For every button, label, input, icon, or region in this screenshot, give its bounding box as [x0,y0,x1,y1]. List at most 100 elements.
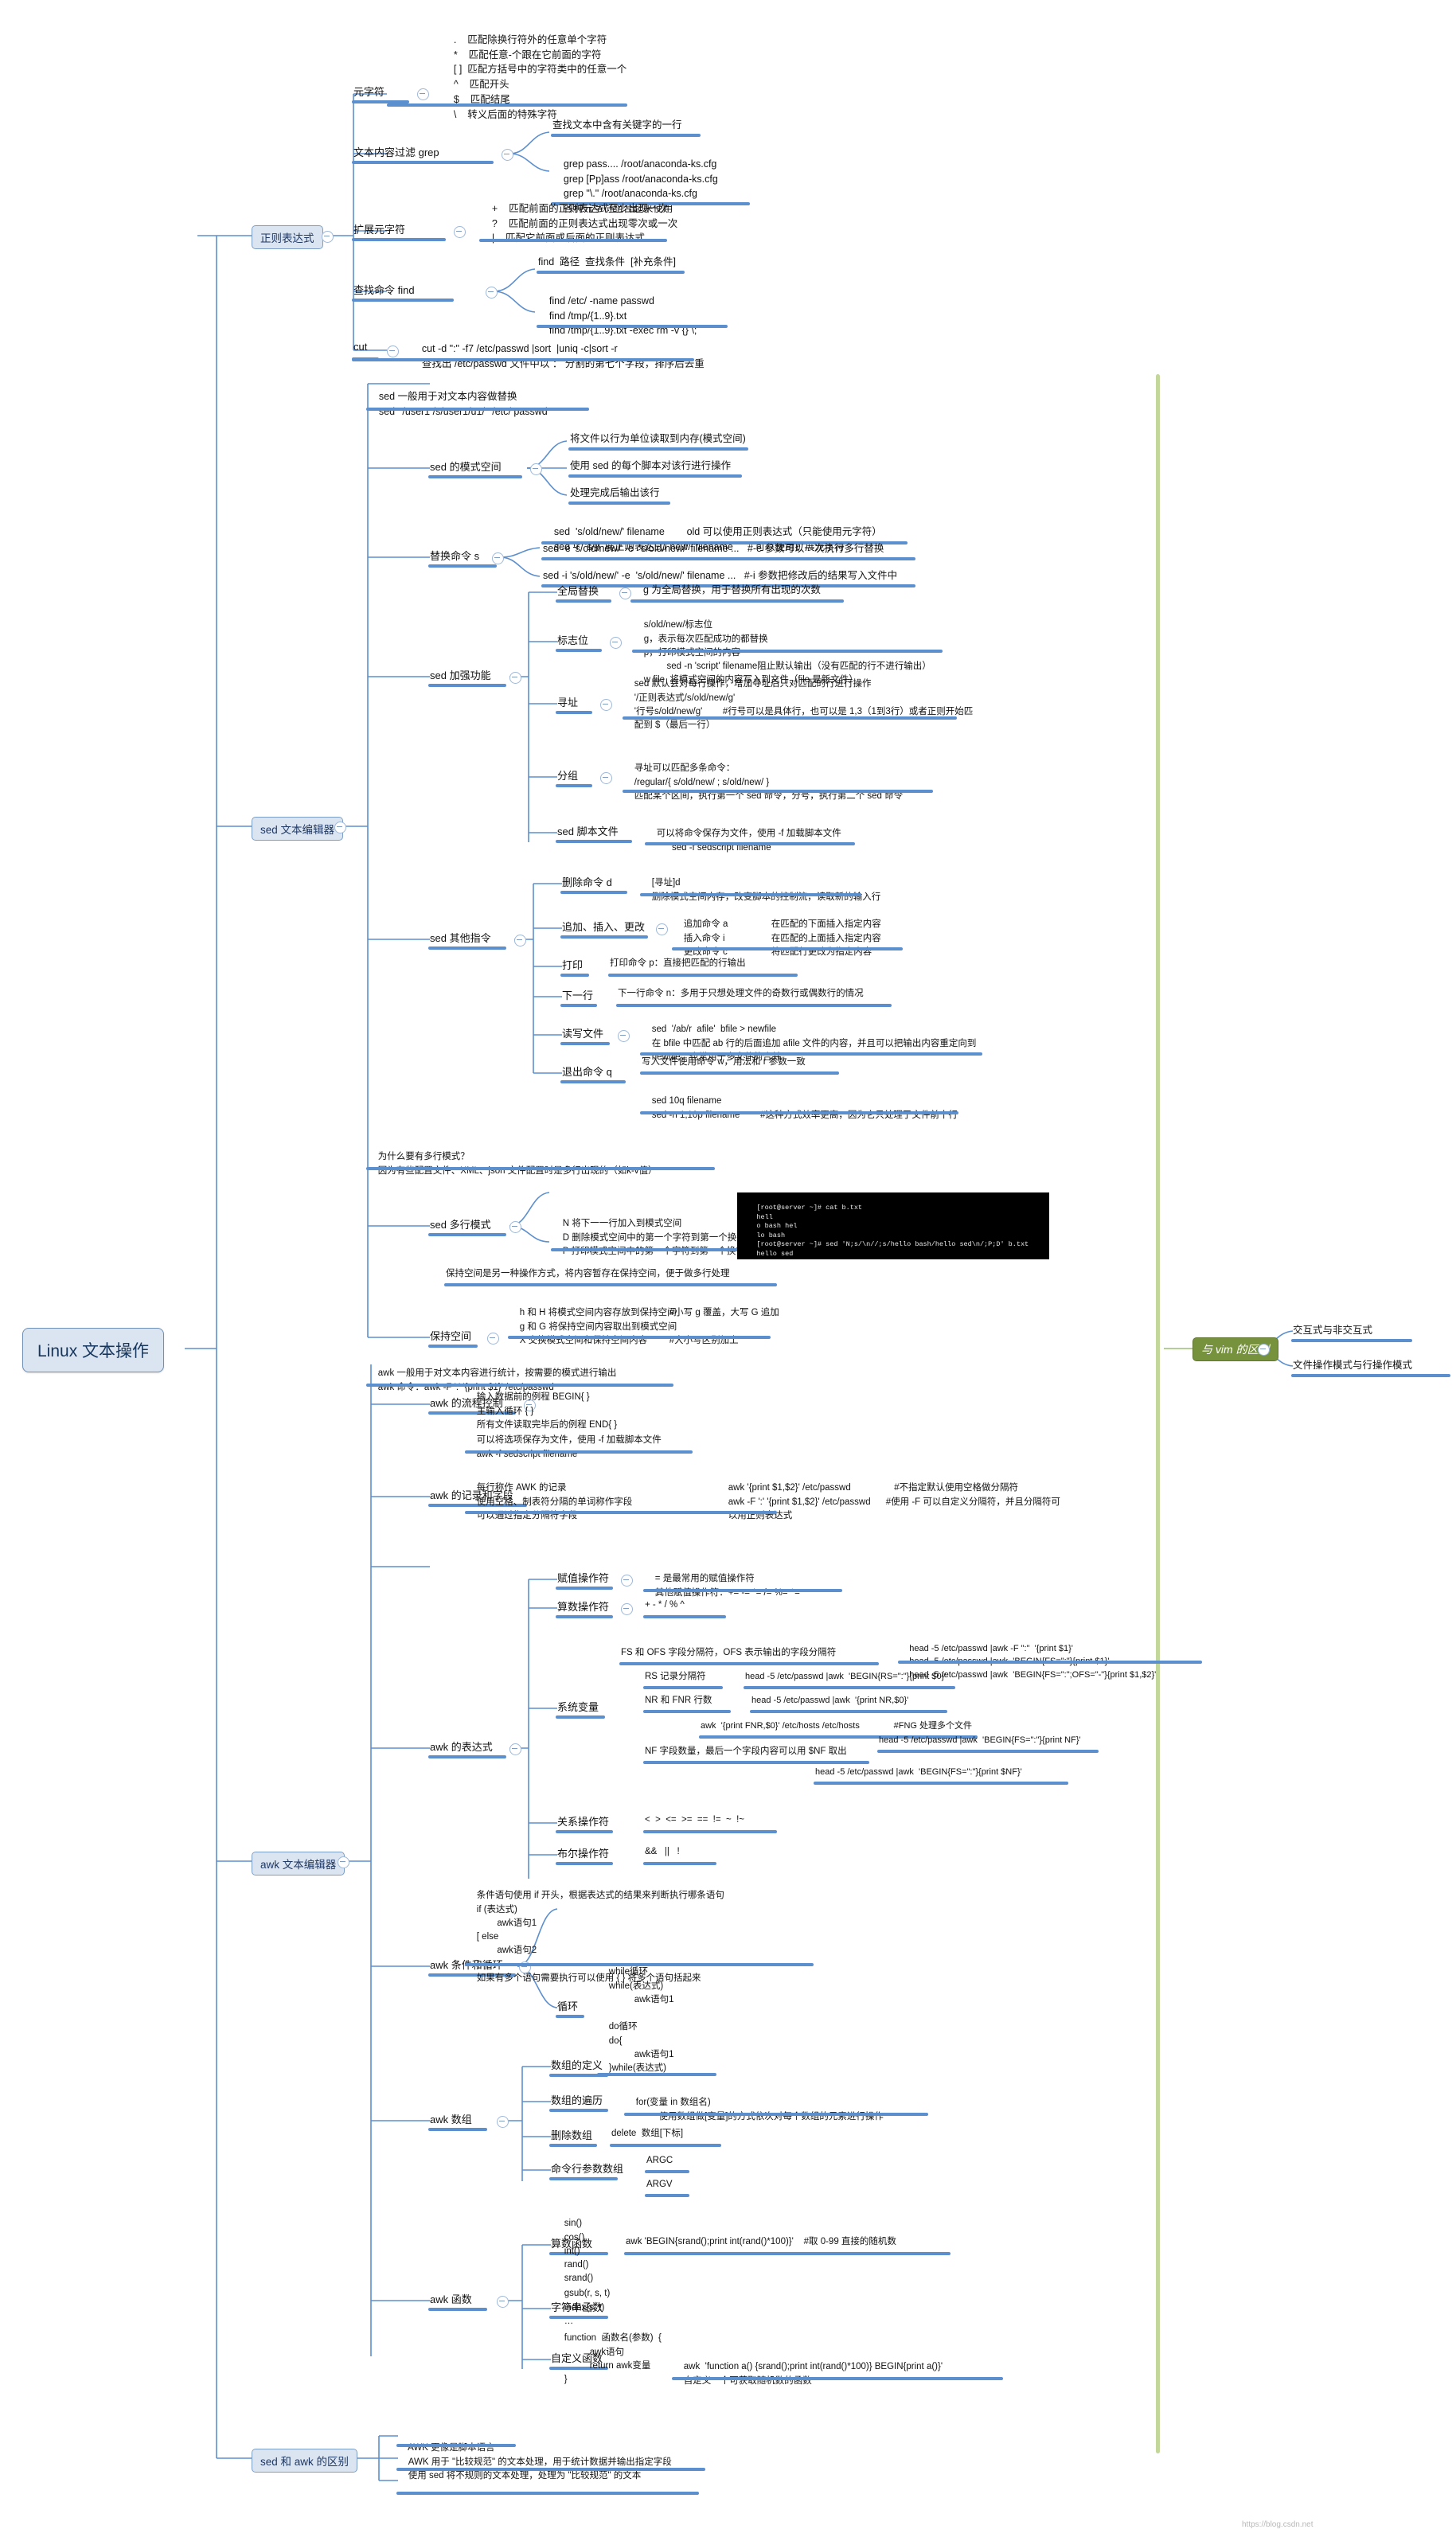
root-node[interactable]: Linux 文本操作 [22,1328,165,1372]
node-substitute[interactable]: 替换命令 s [430,548,479,563]
node-multiline[interactable]: sed 多行模式 [430,1216,491,1231]
node-print-cmd[interactable]: 打印 [562,957,583,972]
sys-var-row-2-key: NR 和 FNR 行数 [645,1696,712,1705]
toggle-assign-ops[interactable] [621,1575,633,1587]
node-assign-ops[interactable]: 赋值操作符 [557,1570,609,1585]
node-extmeta[interactable]: 扩展元字符 [353,221,405,236]
node-array-def-bar [549,2074,608,2077]
branch-awk[interactable]: awk 文本编辑器 [252,1852,345,1876]
node-argv-array[interactable]: 命令行参数数组 [551,2160,623,2176]
toggle-awk-array[interactable] [497,2116,509,2128]
toggle-read-write-file[interactable] [618,1030,630,1042]
toggle-flags[interactable] [610,637,622,649]
node-sed-script[interactable]: sed 脚本文件 [557,823,619,838]
aic-key-1: 插入命令 i [683,933,725,943]
node-find[interactable]: 查找命令 find [353,282,415,297]
node-awk-funcs[interactable]: awk 函数 [430,2291,472,2306]
node-sys-vars[interactable]: 系统变量 [557,1699,599,1714]
node-enhanced[interactable]: sed 加强功能 [430,667,491,682]
node-cut[interactable]: cut [353,341,367,353]
terminal-line-0: [root@server ~]# cat b.txt [756,1204,863,1212]
toggle-awk[interactable] [338,1856,349,1868]
node-bool-ops-bar [556,1862,613,1865]
sys-var-row-1-key: RS 记录分隔符 [645,1672,706,1681]
node-awk-funcs-bar [428,2308,487,2311]
toggle-find[interactable] [486,287,498,299]
node-array-delete-bar [549,2144,597,2147]
node-array-def[interactable]: 数组的定义 [551,2057,603,2072]
node-next-line[interactable]: 下一行 [562,987,593,1002]
node-flags[interactable]: 标志位 [557,632,588,647]
branch-regex[interactable]: 正则表达式 [252,225,323,249]
node-delete-cmd[interactable]: 删除命令 d [562,874,612,889]
pattern-space-leaf-2-bar [568,502,670,505]
rw-line-1: 在 bfile 中匹配 ab 行的后面追加 afile 文件的内容，并且可以把输… [651,1038,977,1048]
node-other-cmds[interactable]: sed 其他指令 [430,930,491,945]
toggle-grouping[interactable] [600,772,612,784]
toggle-enhanced[interactable] [509,672,521,684]
toggle-multiline[interactable] [509,1221,521,1233]
string-funcs-line-0: gsub(r, s, t) [564,2289,611,2299]
toggle-append-insert-change[interactable] [656,923,668,935]
node-bool-ops[interactable]: 布尔操作符 [557,1845,609,1860]
toggle-global-sub[interactable] [619,587,631,599]
branch-sed[interactable]: sed 文本编辑器 [252,817,344,841]
node-grouping-bar [556,784,592,787]
toggle-addressing[interactable] [600,699,612,711]
node-array-iterate[interactable]: 数组的遍历 [551,2092,603,2107]
metachar-line-2: [ ] 匹配方括号中的字符类中的任意一个 [453,64,627,76]
node-next-line-label: 下一行 [562,989,594,1001]
node-pattern-space[interactable]: sed 的模式空间 [430,459,502,474]
node-append-insert-change[interactable]: 追加、插入、更改 [562,919,645,934]
sys-var-row-3-val-0-bar [877,1750,1099,1753]
node-grep[interactable]: 文本内容过滤 grep [353,144,439,159]
toggle-regex[interactable] [322,231,334,243]
node-addressing-label: 寻址 [557,697,579,708]
toggle-sed[interactable] [334,822,346,833]
node-read-write-file-label: 读写文件 [562,1028,604,1040]
node-quit-cmd[interactable]: 退出命令 q [562,1064,612,1079]
node-assign-ops-bar [556,1587,613,1590]
sed-intro-0: sed 一般用于对文本内容做替换 [378,390,517,402]
toggle-substitute[interactable] [492,552,504,564]
toggle-vim-diff[interactable] [1258,1344,1270,1356]
node-metachar[interactable]: 元字符 [353,84,384,99]
node-hold-space[interactable]: 保持空间 [430,1328,471,1343]
node-awk-loop-label: 循环 [557,2000,579,2012]
toggle-extmeta[interactable] [454,226,466,238]
array-iterate-line-0: for(变量 in 数组名) [635,2098,711,2108]
node-addressing[interactable]: 寻址 [557,694,578,709]
addressing-lines: sed 默认会对每行操作，增加寻址后只对匹配的行进行操作 '/正则表达式/s/o… [624,664,974,747]
node-global-sub[interactable]: 全局替换 [557,583,599,598]
global-sub-text: g 为全局替换，用于替换所有出现的次数 [643,584,821,595]
grouping-line-0: 寻址可以匹配多条命令： [634,763,736,774]
node-read-write-file[interactable]: 读写文件 [562,1025,603,1040]
node-flags-bar [556,649,602,652]
toggle-cut[interactable] [387,345,399,357]
toggle-arith-ops[interactable] [621,1603,633,1615]
toggle-hold-space[interactable] [487,1333,499,1345]
grep-example-0: grep pass.... /root/anaconda-ks.cfg [563,158,717,170]
terminal-line-1: hell [756,1212,773,1221]
branch-sed-awk-diff[interactable]: sed 和 awk 的区别 [252,2449,358,2473]
node-rel-ops[interactable]: 关系操作符 [557,1813,609,1829]
node-arith-ops[interactable]: 算数操作符 [557,1598,609,1614]
node-array-delete[interactable]: 删除数组 [551,2127,592,2142]
metachar-block-bar [387,103,627,107]
node-awk-loop[interactable]: 循环 [557,1998,578,2013]
node-argv-array-bar [549,2177,618,2180]
node-awk-loop-bar [556,2015,584,2018]
node-grouping[interactable]: 分组 [557,767,578,783]
awk-cond-line-4: awk语句2 [476,1946,537,1956]
toggle-metachar[interactable] [417,88,429,100]
node-awk-array[interactable]: awk 数组 [430,2111,472,2126]
sed-script-bar [645,842,855,845]
toggle-pattern-space[interactable] [530,463,542,475]
rel-ops-bar [643,1830,777,1833]
toggle-other-cmds[interactable] [514,935,526,947]
toggle-grep[interactable] [502,149,513,161]
node-awk-expr[interactable]: awk 的表达式 [430,1739,493,1754]
toggle-awk-funcs[interactable] [497,2296,509,2308]
toggle-awk-expr[interactable] [509,1743,521,1755]
node-array-delete-label: 删除数组 [551,2129,593,2141]
